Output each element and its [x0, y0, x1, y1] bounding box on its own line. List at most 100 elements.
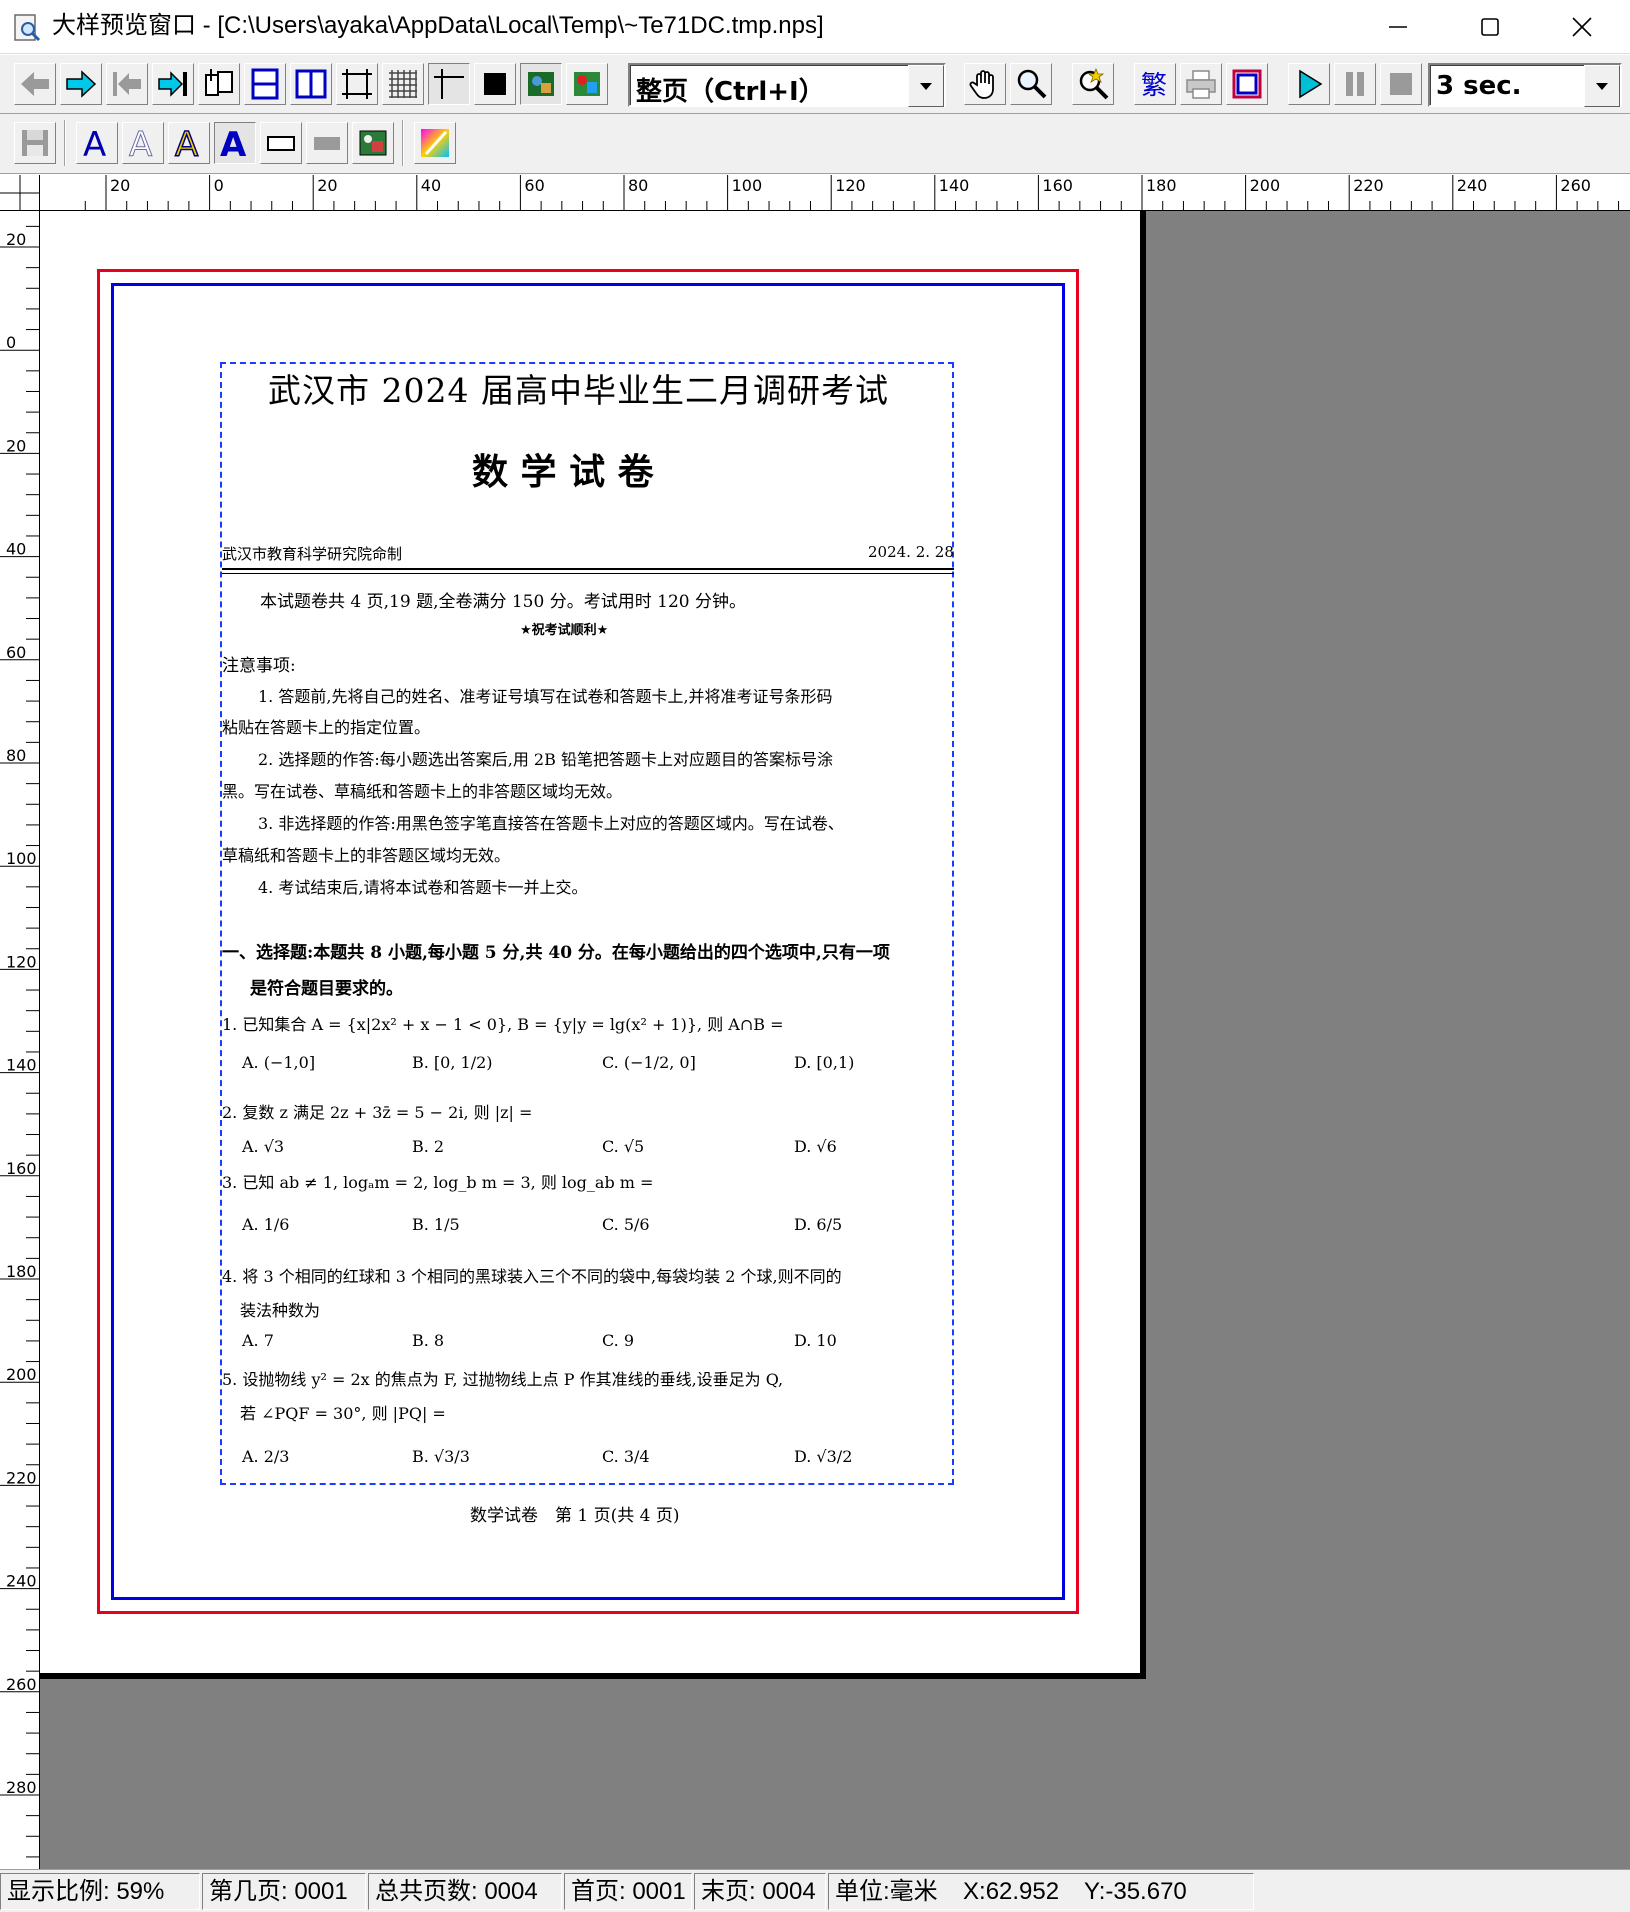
- question-option: B. 2: [412, 1137, 445, 1156]
- note-line: 1. 答题前,先将自己的姓名、准考证号填写在试卷和答题卡上,并将准考证号条形码: [258, 687, 833, 706]
- text-edit-button[interactable]: 繁: [1134, 63, 1176, 105]
- two-page-button[interactable]: [290, 63, 332, 105]
- svg-text:A: A: [175, 126, 198, 160]
- zoom-mode-value: 整页（Ctrl+I）: [636, 77, 825, 107]
- letter-a-blue-icon: A: [83, 126, 106, 160]
- play-button[interactable]: [1288, 63, 1330, 105]
- print-area-boundary: [220, 362, 954, 1485]
- status-total-pages: 总共页数: 0004: [368, 1873, 562, 1910]
- maximize-button[interactable]: [1444, 0, 1536, 54]
- letter-a-yellow-icon: A: [174, 126, 199, 160]
- ruler-label: 60: [6, 643, 26, 662]
- pan-tool-button[interactable]: [964, 63, 1006, 105]
- box-outline-button[interactable]: [260, 122, 302, 164]
- exam-issuer: 武汉市教育科学研究院命制: [222, 545, 403, 563]
- ruler-label: 120: [6, 952, 37, 971]
- fit-page-button[interactable]: [336, 63, 378, 105]
- arrow-right-icon: [66, 70, 97, 98]
- chevron-down-icon[interactable]: [908, 65, 944, 107]
- title-bar[interactable]: 大样预览窗口 - [C:\Users\ayaka\AppData\Local\T…: [0, 0, 1630, 54]
- search-star-icon: [1079, 67, 1109, 100]
- font-style-2-button[interactable]: A: [122, 122, 164, 164]
- first-page-button[interactable]: [106, 63, 148, 105]
- question-option: A. 1/6: [242, 1215, 290, 1234]
- minimize-button[interactable]: [1352, 0, 1444, 54]
- horizontal-ruler[interactable]: 20 0 20 40 60 80 100 120 140 160 180 200 220 240 260: [40, 175, 1630, 211]
- letter-a-bold-icon: A: [220, 126, 247, 160]
- ruler-label: 80: [6, 746, 26, 765]
- ruler-label: 100: [732, 176, 763, 195]
- chevron-down-icon[interactable]: [1584, 65, 1620, 107]
- note-line: 粘贴在答题卡上的指定位置。: [222, 718, 431, 737]
- vertical-ruler[interactable]: 20 0 20 40 60 80 100 120 140 160 180 200 220 240 260 28…: [0, 211, 40, 1869]
- ruler-label: 80: [628, 176, 648, 195]
- goto-page-button[interactable]: [198, 63, 240, 105]
- frame-toggle-button[interactable]: [1226, 63, 1268, 105]
- print-button[interactable]: [1180, 63, 1222, 105]
- black-square-icon: [484, 73, 506, 95]
- ruler-label: 280: [6, 1778, 37, 1797]
- search-button[interactable]: [1072, 63, 1114, 105]
- next-page-button[interactable]: [60, 63, 102, 105]
- preview-app-icon[interactable]: [12, 13, 42, 43]
- pause-button[interactable]: [1334, 63, 1376, 105]
- question-stem: 4. 将 3 个相同的红球和 3 个相同的黑球装入三个不同的袋中,每袋均装 2 …: [222, 1267, 842, 1286]
- image-display-button[interactable]: [520, 63, 562, 105]
- status-zoom: 显示比例: 59%: [0, 1873, 200, 1910]
- ruler-toggle-button[interactable]: [428, 63, 470, 105]
- grid-button[interactable]: [382, 63, 424, 105]
- color-button[interactable]: [414, 122, 456, 164]
- crosshair-icon: [434, 69, 464, 99]
- zoom-mode-select[interactable]: 整页（Ctrl+I）: [628, 63, 946, 107]
- close-button[interactable]: [1536, 0, 1628, 54]
- question-option: D. 10: [794, 1331, 837, 1350]
- stop-button[interactable]: [1380, 63, 1422, 105]
- two-page-icon: [295, 69, 327, 99]
- zoom-tool-button[interactable]: [1010, 63, 1052, 105]
- svg-text:繁: 繁: [1141, 71, 1167, 101]
- box-fill-button[interactable]: [306, 122, 348, 164]
- arrow-left-icon: [21, 72, 49, 96]
- question-option: C. √5: [602, 1137, 645, 1156]
- first-page-icon: [113, 72, 141, 96]
- question-stem-cont: 若 ∠PQF = 30°, 则 |PQ| =: [240, 1404, 446, 1423]
- maximize-icon: [1481, 18, 1499, 36]
- preview-canvas[interactable]: 武汉市 2024 届高中毕业生二月调研考试 数 学 试 卷 武汉市教育科学研究院…: [40, 211, 1630, 1869]
- display-toolbar: A A A A: [0, 114, 1630, 174]
- last-page-button[interactable]: [152, 63, 194, 105]
- ruler-label: 160: [1042, 176, 1073, 195]
- single-page-button[interactable]: [244, 63, 286, 105]
- picture-color-icon: [574, 72, 600, 96]
- font-style-4-button[interactable]: A: [214, 122, 256, 164]
- ruler-label: 40: [421, 176, 441, 195]
- status-x: X:62.952: [963, 1878, 1060, 1905]
- prev-page-button[interactable]: [14, 63, 56, 105]
- question-option: D. √6: [794, 1137, 837, 1156]
- question-option: B. 8: [412, 1331, 445, 1350]
- exam-title: 武汉市 2024 届高中毕业生二月调研考试: [268, 371, 889, 410]
- paper-page[interactable]: 武汉市 2024 届高中毕业生二月调研考试 数 学 试 卷 武汉市教育科学研究院…: [40, 211, 1140, 1673]
- question-option: C. (−1/2, 0]: [602, 1053, 696, 1072]
- status-unit: 单位:毫米: [835, 1878, 938, 1905]
- font-style-3-button[interactable]: A: [168, 122, 210, 164]
- black-fill-button[interactable]: [474, 63, 516, 105]
- rectangle-filled-icon: [314, 137, 340, 150]
- image-color-button[interactable]: [566, 63, 608, 105]
- header-rule-thin: [222, 573, 954, 574]
- frame-icon: [1232, 69, 1262, 99]
- ruler-label: 20: [110, 176, 130, 195]
- paper-shadow: [1140, 211, 1146, 1679]
- status-bar: 显示比例: 59% 第几页: 0001 总共页数: 0004 首页: 0001 …: [0, 1869, 1630, 1912]
- minimize-icon: [1389, 26, 1407, 28]
- font-style-1-button[interactable]: A: [76, 122, 118, 164]
- interval-select[interactable]: 3 sec.: [1428, 63, 1622, 107]
- question-stem-cont: 装法种数为: [240, 1301, 321, 1320]
- stop-icon: [1390, 73, 1412, 95]
- image-toggle-button[interactable]: [352, 122, 394, 164]
- exam-date: 2024. 2. 28: [868, 543, 954, 561]
- question-option: A. (−1,0]: [242, 1053, 316, 1072]
- ruler-label: 160: [6, 1159, 37, 1178]
- svg-text:A: A: [220, 126, 247, 160]
- save-button[interactable]: [14, 122, 56, 164]
- rectangle-outline-icon: [267, 136, 295, 151]
